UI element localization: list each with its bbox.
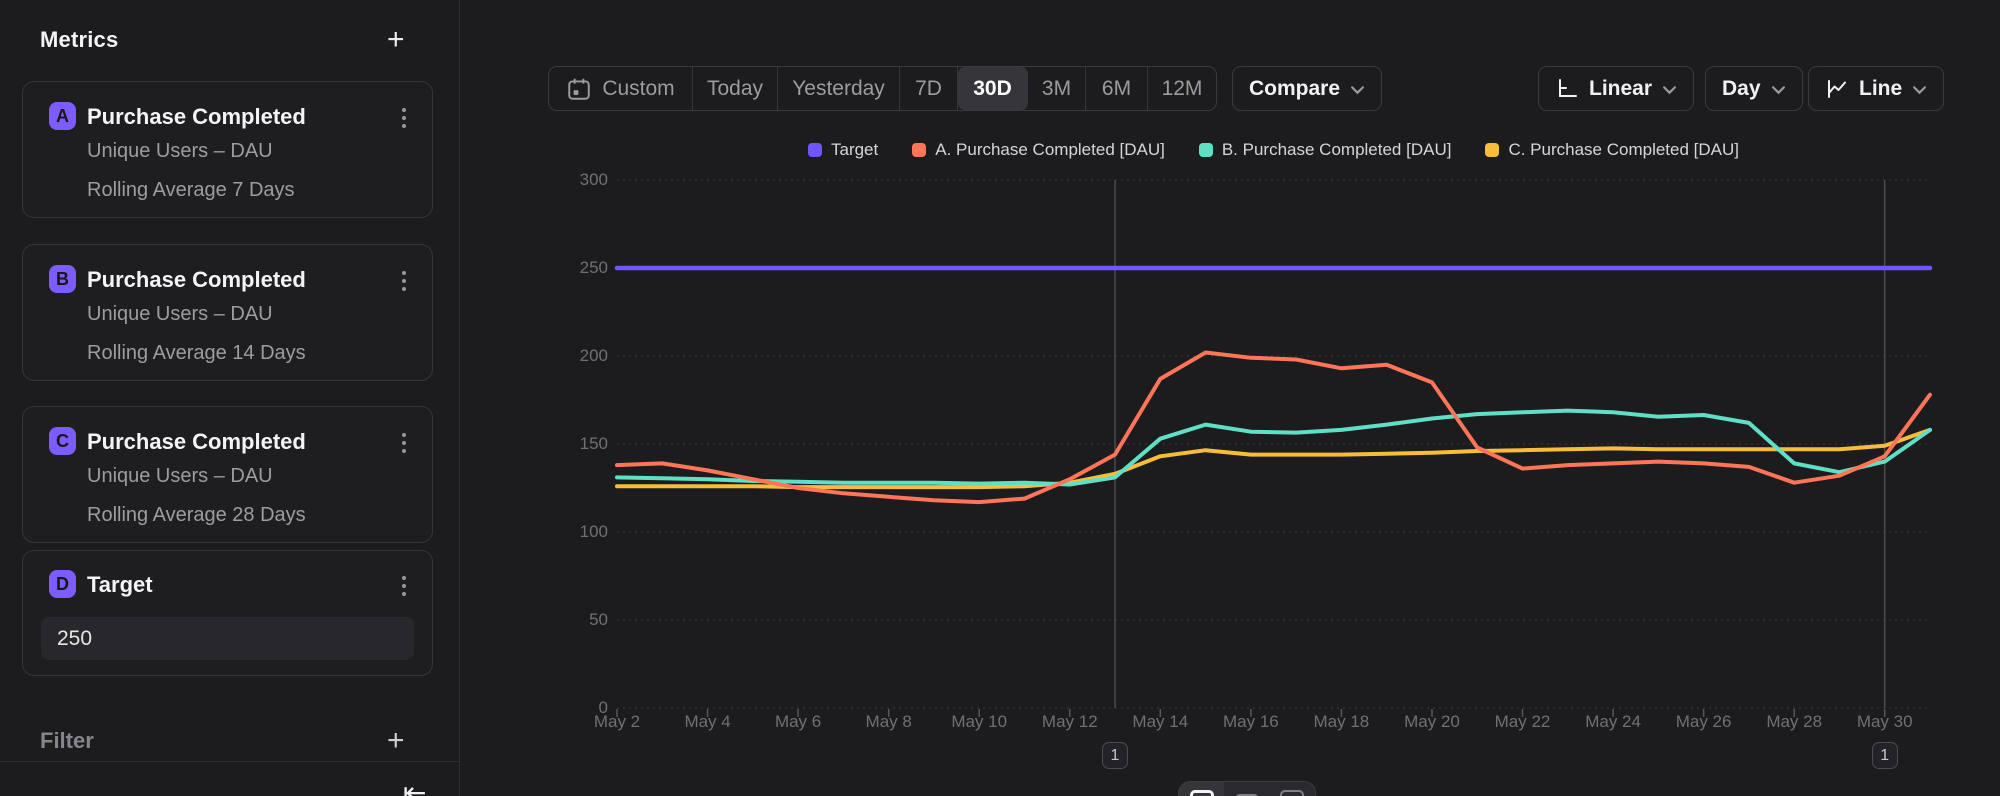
metric-rolling-window[interactable]: Rolling Average 14 Days bbox=[87, 342, 306, 365]
kebab-menu-icon[interactable] bbox=[398, 267, 410, 295]
sidebar-divider bbox=[0, 761, 460, 762]
chart-view-icon bbox=[1190, 790, 1214, 796]
x-axis-label: May 18 bbox=[1296, 712, 1386, 732]
legend-swatch bbox=[912, 143, 926, 157]
legend-item-c[interactable]: C. Purchase Completed [DAU] bbox=[1485, 140, 1739, 160]
metric-measure[interactable]: Unique Users – DAU bbox=[87, 303, 273, 326]
y-axis-label: 150 bbox=[520, 434, 608, 454]
x-axis-label: May 12 bbox=[1025, 712, 1115, 732]
annotation-badge[interactable]: 1 bbox=[1102, 742, 1128, 769]
kebab-menu-icon[interactable] bbox=[398, 104, 410, 132]
date-range-selector: Custom Today Yesterday 7D 30D 3M 6M 12M bbox=[548, 66, 1217, 111]
card-view-button[interactable] bbox=[1270, 782, 1315, 796]
metric-title: Purchase Completed bbox=[87, 429, 306, 455]
target-title: Target bbox=[87, 572, 153, 598]
metric-letter-badge: B bbox=[49, 265, 76, 293]
x-axis-label: May 2 bbox=[572, 712, 662, 732]
legend-label: C. Purchase Completed [DAU] bbox=[1508, 140, 1739, 160]
metric-letter-badge: A bbox=[49, 102, 76, 130]
metrics-sidebar: Metrics + A Purchase Completed Unique Us… bbox=[0, 0, 460, 796]
legend-swatch bbox=[1485, 143, 1499, 157]
range-yesterday[interactable]: Yesterday bbox=[778, 67, 900, 110]
app-root: Metrics + A Purchase Completed Unique Us… bbox=[0, 0, 2000, 796]
card-view-icon bbox=[1280, 790, 1304, 796]
x-axis-label: May 16 bbox=[1206, 712, 1296, 732]
add-metric-button[interactable]: + bbox=[387, 25, 405, 55]
range-label: Custom bbox=[602, 77, 674, 101]
line-chart-icon bbox=[1825, 77, 1849, 101]
metric-measure[interactable]: Unique Users – DAU bbox=[87, 465, 273, 488]
x-axis-label: May 30 bbox=[1840, 712, 1930, 732]
y-axis-label: 300 bbox=[520, 170, 608, 190]
chart-type-button[interactable]: Line bbox=[1808, 66, 1944, 111]
metric-letter-badge: D bbox=[49, 570, 76, 598]
legend-label: Target bbox=[831, 140, 878, 160]
chevron-down-icon bbox=[1771, 85, 1786, 95]
kebab-menu-icon[interactable] bbox=[398, 572, 410, 600]
metric-letter-badge: C bbox=[49, 427, 76, 455]
x-axis-label: May 28 bbox=[1749, 712, 1839, 732]
x-axis-label: May 20 bbox=[1387, 712, 1477, 732]
chart-plot[interactable] bbox=[617, 180, 1930, 708]
metric-card-b[interactable]: B Purchase Completed Unique Users – DAU … bbox=[22, 244, 433, 381]
x-axis-label: May 22 bbox=[1478, 712, 1568, 732]
compare-button[interactable]: Compare bbox=[1232, 66, 1382, 111]
metric-rolling-window[interactable]: Rolling Average 7 Days bbox=[87, 179, 295, 202]
x-axis-label: May 8 bbox=[844, 712, 934, 732]
chart-view-button[interactable] bbox=[1179, 782, 1224, 796]
axis-scale-button[interactable]: Linear bbox=[1538, 66, 1694, 111]
legend-swatch bbox=[808, 143, 822, 157]
x-axis-label: May 24 bbox=[1568, 712, 1658, 732]
chevron-down-icon bbox=[1662, 85, 1677, 95]
range-7d[interactable]: 7D bbox=[900, 67, 958, 110]
kebab-menu-icon[interactable] bbox=[398, 429, 410, 457]
calendar-icon bbox=[566, 76, 592, 102]
metric-title: Purchase Completed bbox=[87, 267, 306, 293]
y-axis-label: 200 bbox=[520, 346, 608, 366]
x-axis-label: May 10 bbox=[934, 712, 1024, 732]
legend-item-a[interactable]: A. Purchase Completed [DAU] bbox=[912, 140, 1165, 160]
legend-label: A. Purchase Completed [DAU] bbox=[935, 140, 1165, 160]
range-12m[interactable]: 12M bbox=[1148, 67, 1216, 110]
chart-panel: Custom Today Yesterday 7D 30D 3M 6M 12M … bbox=[460, 0, 2000, 796]
x-axis-label: May 14 bbox=[1115, 712, 1205, 732]
metric-title: Purchase Completed bbox=[87, 104, 306, 130]
collapse-sidebar-icon[interactable]: ⇤ bbox=[403, 776, 426, 796]
range-custom[interactable]: Custom bbox=[549, 67, 693, 110]
y-axis-label: 50 bbox=[520, 610, 608, 630]
range-6m[interactable]: 6M bbox=[1086, 67, 1148, 110]
legend-item-b[interactable]: B. Purchase Completed [DAU] bbox=[1199, 140, 1452, 160]
chevron-down-icon bbox=[1912, 85, 1927, 95]
legend-swatch bbox=[1199, 143, 1213, 157]
chevron-down-icon bbox=[1350, 85, 1365, 95]
add-filter-button[interactable]: + bbox=[387, 726, 405, 756]
linear-scale-icon bbox=[1555, 77, 1579, 101]
table-view-button[interactable] bbox=[1224, 782, 1269, 796]
target-value-input[interactable]: 250 bbox=[41, 617, 414, 660]
annotation-badge[interactable]: 1 bbox=[1872, 742, 1898, 769]
target-card[interactable]: D Target 250 bbox=[22, 550, 433, 676]
range-30d[interactable]: 30D bbox=[958, 67, 1028, 110]
filter-title: Filter bbox=[40, 728, 94, 754]
metric-measure[interactable]: Unique Users – DAU bbox=[87, 140, 273, 163]
legend-item-target[interactable]: Target bbox=[808, 140, 878, 160]
y-axis-label: 100 bbox=[520, 522, 608, 542]
metric-card-a[interactable]: A Purchase Completed Unique Users – DAU … bbox=[22, 81, 433, 218]
x-axis-label: May 4 bbox=[663, 712, 753, 732]
legend-label: B. Purchase Completed [DAU] bbox=[1222, 140, 1452, 160]
range-today[interactable]: Today bbox=[693, 67, 778, 110]
metric-card-c[interactable]: C Purchase Completed Unique Users – DAU … bbox=[22, 406, 433, 543]
granularity-button[interactable]: Day bbox=[1705, 66, 1803, 111]
metric-rolling-window[interactable]: Rolling Average 28 Days bbox=[87, 504, 306, 527]
x-axis-label: May 6 bbox=[753, 712, 843, 732]
range-3m[interactable]: 3M bbox=[1028, 67, 1086, 110]
x-axis-label: May 26 bbox=[1659, 712, 1749, 732]
metrics-title: Metrics bbox=[40, 27, 118, 53]
view-switcher bbox=[1178, 781, 1316, 796]
series-line-1[interactable] bbox=[617, 353, 1930, 503]
series-line-3[interactable] bbox=[617, 430, 1930, 487]
chart-legend: Target A. Purchase Completed [DAU] B. Pu… bbox=[617, 140, 1930, 160]
y-axis-label: 250 bbox=[520, 258, 608, 278]
